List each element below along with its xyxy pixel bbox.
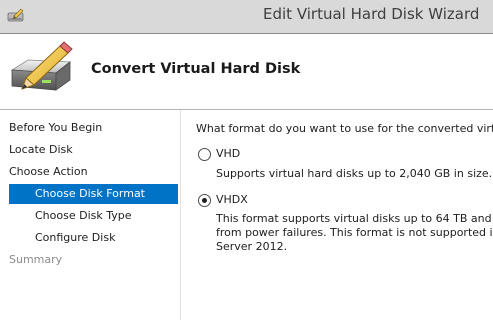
vhdx-description-line-3: Server 2012.: [216, 240, 288, 253]
format-selection-panel: What format do you want to use for the c…: [181, 110, 493, 320]
vhdx-description-line-2: from power failures. This format is not …: [216, 226, 493, 239]
vhd-radio[interactable]: [198, 148, 211, 161]
wizard-app-icon: [7, 8, 24, 22]
page-title: Convert Virtual Hard Disk: [91, 61, 301, 77]
vhd-label[interactable]: VHD: [216, 147, 240, 160]
title-bar[interactable]: Edit Virtual Hard Disk Wizard: [0, 0, 493, 33]
nav-item-choose-action[interactable]: Choose Action: [9, 162, 178, 182]
nav-item-before-you-begin[interactable]: Before You Begin: [9, 118, 178, 138]
radio-selected-dot: [202, 198, 207, 203]
nav-item-configure-disk[interactable]: Configure Disk: [9, 228, 178, 248]
format-question: What format do you want to use for the c…: [196, 122, 493, 135]
wizard-header: Convert Virtual Hard Disk: [0, 34, 493, 109]
vhd-description: Supports virtual hard disks up to 2,040 …: [216, 167, 493, 180]
nav-item-locate-disk[interactable]: Locate Disk: [9, 140, 178, 160]
window-title: Edit Virtual Hard Disk Wizard: [263, 5, 480, 23]
disk-pencil-icon: [10, 41, 73, 91]
vhdx-label[interactable]: VHDX: [216, 193, 248, 206]
nav-item-choose-disk-type[interactable]: Choose Disk Type: [9, 206, 178, 226]
vhdx-radio[interactable]: [198, 194, 211, 207]
nav-item-choose-disk-format[interactable]: Choose Disk Format: [9, 184, 178, 204]
vhdx-description-line-1: This format supports virtual disks up to…: [216, 212, 493, 225]
nav-item-summary: Summary: [9, 253, 63, 266]
wizard-steps-nav: Before You Begin Locate Disk Choose Acti…: [0, 110, 180, 320]
